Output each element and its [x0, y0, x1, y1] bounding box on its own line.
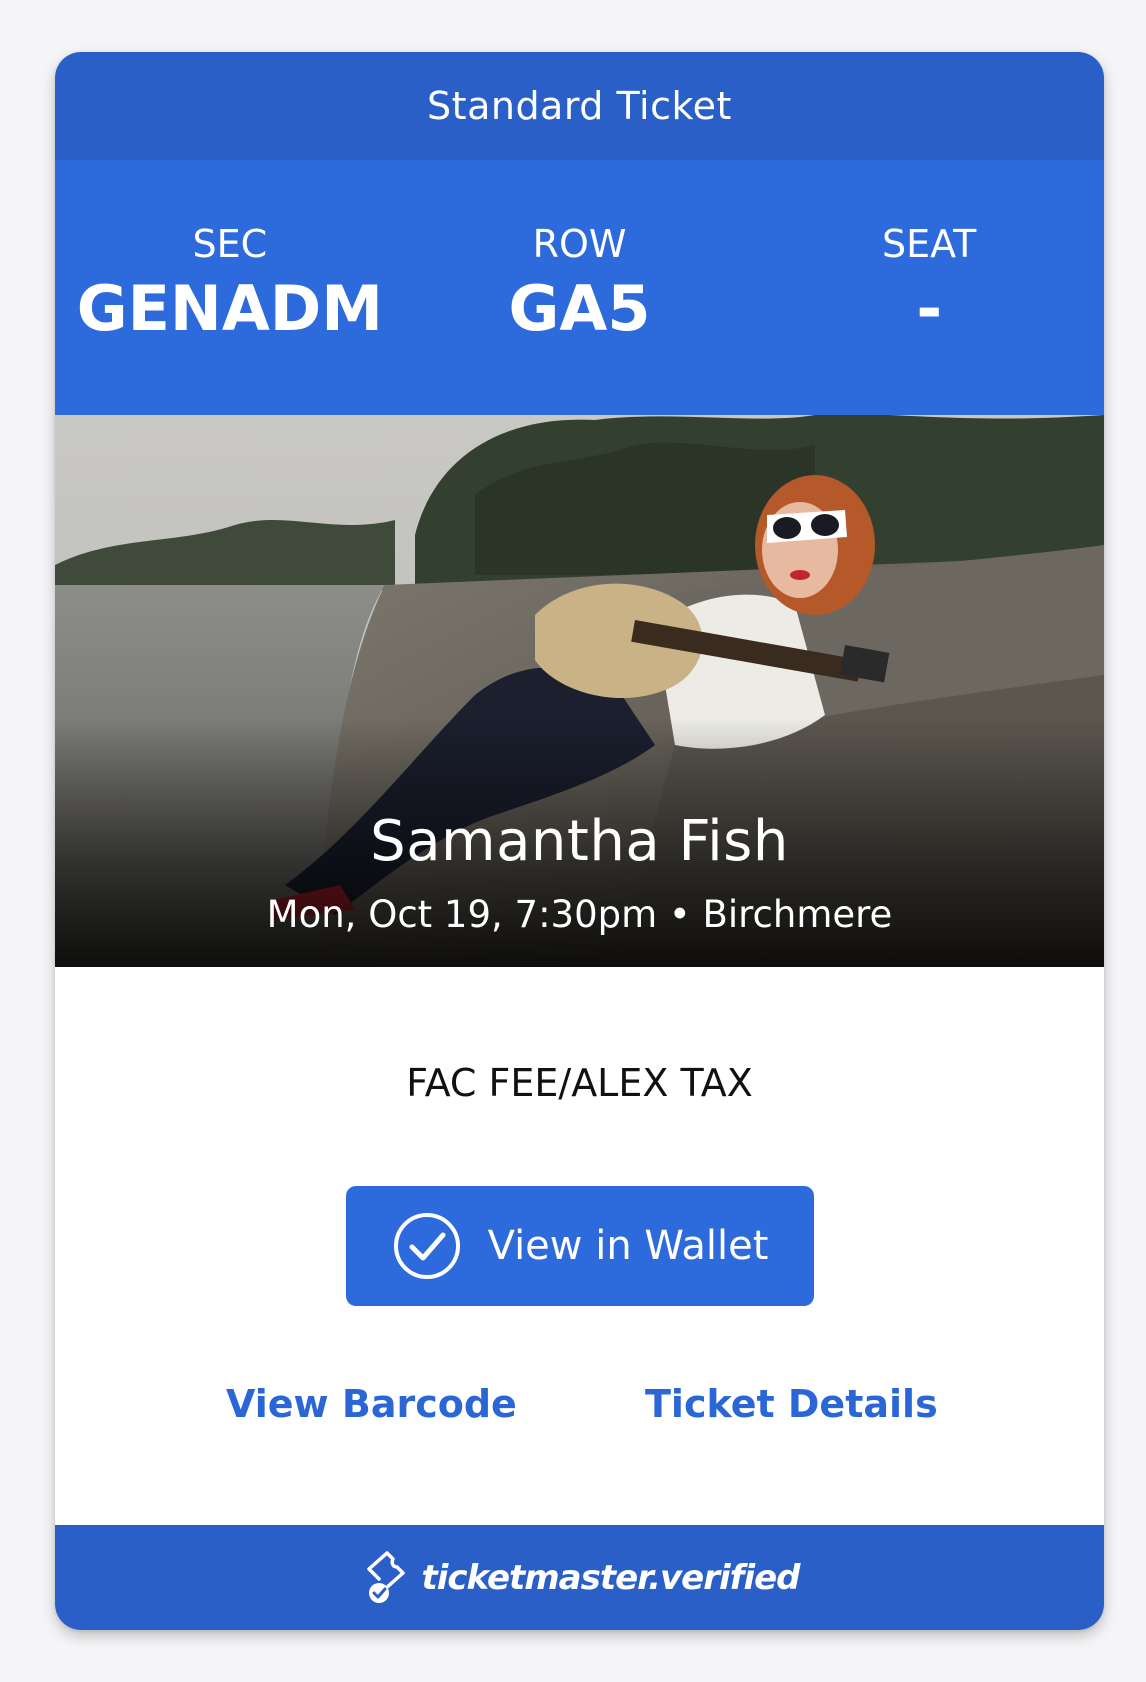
seat-label: SEAT — [881, 222, 977, 266]
ticket-details-link[interactable]: Ticket Details — [645, 1382, 938, 1426]
ticketmaster-verified-logo: ticketmaster.verified — [421, 1557, 800, 1598]
event-name: Samantha Fish — [370, 809, 789, 874]
row-label: ROW — [532, 222, 627, 266]
row-column: ROW GA5 — [405, 160, 755, 415]
event-date-venue: Mon, Oct 19, 7:30pm • Birchmere — [266, 893, 893, 936]
seat-info-panel: SEC GENADM ROW GA5 SEAT - — [55, 160, 1104, 415]
seat-value: - — [916, 272, 943, 345]
fee-note: FAC FEE/ALEX TAX — [406, 1061, 753, 1105]
section-label: SEC — [192, 222, 268, 266]
view-in-wallet-button[interactable]: View in Wallet — [346, 1186, 814, 1306]
seat-column: SEAT - — [754, 160, 1104, 415]
view-in-wallet-label: View in Wallet — [487, 1223, 769, 1269]
verified-ticket-icon — [367, 1550, 406, 1603]
event-image: Samantha Fish Mon, Oct 19, 7:30pm • Birc… — [55, 415, 1104, 967]
ticket-type-header: Standard Ticket — [55, 52, 1104, 160]
view-barcode-link[interactable]: View Barcode — [226, 1382, 517, 1426]
ticket-details-section: FAC FEE/ALEX TAX View in Wallet View Bar… — [55, 967, 1104, 1525]
verified-footer: ticketmaster.verified — [55, 1525, 1104, 1630]
ticket-card: Standard Ticket SEC GENADM ROW GA5 SEAT … — [55, 52, 1104, 1630]
section-value: GENADM — [76, 272, 383, 345]
check-circle-icon — [393, 1213, 460, 1279]
ticket-type-label: Standard Ticket — [427, 84, 732, 128]
row-value: GA5 — [508, 272, 651, 345]
section-column: SEC GENADM — [55, 160, 405, 415]
